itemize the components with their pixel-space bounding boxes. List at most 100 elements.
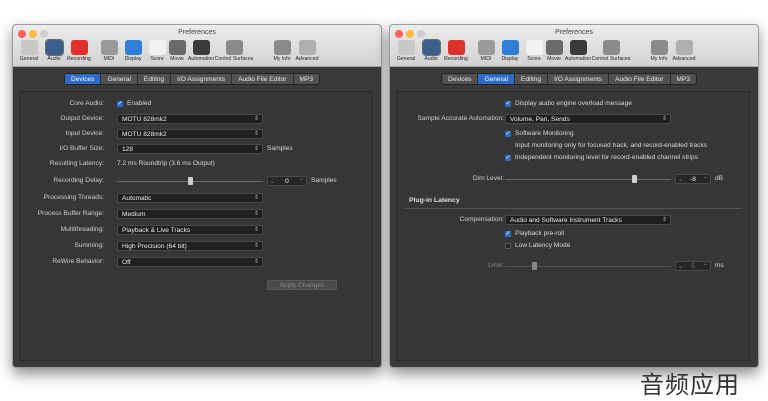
toolbar-advanced-button[interactable]: Advanced <box>669 39 699 67</box>
increment-icon[interactable]: ⌃ <box>703 263 708 270</box>
resulting-latency-value: 7.2 ms Roundtrip (3.6 ms Output) <box>117 160 215 167</box>
record-icon <box>447 40 465 55</box>
general-icon <box>397 40 415 55</box>
tab-editing[interactable]: Editing <box>138 74 172 84</box>
limit-stepper[interactable]: ⌄ 5 ⌃ <box>675 261 711 271</box>
window-title: Preferences <box>555 29 593 36</box>
output-device-dropdown[interactable]: MOTU 828mk2 ⇕ <box>117 114 263 124</box>
toolbar-record-button[interactable]: Recording <box>441 39 471 67</box>
increment-icon[interactable]: ⌃ <box>703 176 708 183</box>
section-divider <box>405 208 741 209</box>
recording-delay-stepper[interactable]: ⌄ 0 ⌃ <box>267 176 307 186</box>
chevron-updown-icon: ⇕ <box>253 146 259 152</box>
io-buffer-unit: Samples <box>267 145 293 152</box>
automation-icon <box>192 40 210 55</box>
toolbar-control-surfaces-button[interactable]: Control Surfaces <box>592 39 630 67</box>
recording-delay-unit: Samples <box>311 177 337 184</box>
tab-i-o-assignments[interactable]: I/O Assignments <box>171 74 233 84</box>
tab-general[interactable]: General <box>101 74 138 84</box>
tab-audio-file-editor[interactable]: Audio File Editor <box>609 74 671 84</box>
dim-level-unit: dB <box>715 175 724 182</box>
slider-knob[interactable] <box>532 262 538 270</box>
core-audio-checkbox[interactable]: ✓ <box>117 101 123 107</box>
tab-editing[interactable]: Editing <box>515 74 549 84</box>
audio-icon <box>44 39 64 56</box>
tab-general[interactable]: General <box>478 74 515 84</box>
summing-dropdown[interactable]: High Precision (64 bit) ⇕ <box>117 241 263 251</box>
toolbar-advanced-button[interactable]: Advanced <box>292 39 322 67</box>
independent-monitoring-checkbox[interactable]: ✓ <box>505 155 511 161</box>
dim-level-stepper[interactable]: ⌄ -8 ⌃ <box>675 174 711 184</box>
apply-changes-button[interactable]: Apply Changes <box>267 280 337 290</box>
my-info-icon <box>273 40 291 55</box>
toolbar-label: Control Surfaces <box>591 56 631 62</box>
display-icon <box>501 40 519 55</box>
tab-devices[interactable]: Devices <box>65 74 102 84</box>
output-device-label: Output Device: <box>60 115 104 122</box>
general-panel: ✓ Display audio engine overload message … <box>396 91 750 361</box>
process-buffer-dropdown[interactable]: Medium ⇕ <box>117 209 263 219</box>
toolbar-automation-button[interactable]: Automation <box>186 39 216 67</box>
input-device-dropdown[interactable]: MOTU 828mk2 ⇕ <box>117 129 263 139</box>
playback-preroll-label: Playback pre-roll <box>515 230 565 237</box>
core-audio-label: Core Audio: <box>69 100 104 107</box>
window-title: Preferences <box>178 29 216 36</box>
preferences-window-left: Preferences General Audio Recording MIDI Dis… <box>12 24 382 368</box>
tab-bar: Devices General Editing I/O Assignments Audi… <box>64 73 321 85</box>
chevron-updown-icon: ⇕ <box>661 217 667 223</box>
software-monitoring-label: Software Monitoring <box>515 130 574 137</box>
tab-devices[interactable]: Devices <box>442 74 479 84</box>
chevron-updown-icon: ⇕ <box>253 116 259 122</box>
low-latency-checkbox[interactable] <box>505 243 511 249</box>
tab-mp3[interactable]: MP3 <box>294 74 320 84</box>
limit-slider[interactable] <box>505 262 671 270</box>
toolbar-automation-button[interactable]: Automation <box>563 39 593 67</box>
slider-knob[interactable] <box>631 175 637 183</box>
toolbar-label: Control Surfaces <box>214 56 254 62</box>
multithreading-label: Multithreading: <box>60 226 104 233</box>
advanced-icon <box>298 40 316 55</box>
record-icon <box>70 40 88 55</box>
processing-threads-label: Processing Threads: <box>43 194 104 201</box>
multithreading-dropdown[interactable]: Playback & Live Tracks ⇕ <box>117 225 263 235</box>
io-buffer-dropdown[interactable]: 128 ⇕ <box>117 144 263 154</box>
display-icon <box>124 40 142 55</box>
input-device-label: Input Device: <box>65 130 104 137</box>
control-surfaces-icon <box>225 40 243 55</box>
plugin-latency-heading: Plug-in Latency <box>409 197 460 204</box>
overload-message-label: Display audio engine overload message <box>515 100 632 107</box>
general-icon <box>20 40 38 55</box>
compensation-dropdown[interactable]: Audio and Software Instrument Tracks ⇕ <box>505 215 671 225</box>
rewire-dropdown[interactable]: Off ⇕ <box>117 257 263 267</box>
slider-knob[interactable] <box>187 177 193 185</box>
processing-threads-dropdown[interactable]: Automatic ⇕ <box>117 193 263 203</box>
chevron-updown-icon: ⇕ <box>661 116 667 122</box>
tab-mp3[interactable]: MP3 <box>671 74 697 84</box>
increment-icon[interactable]: ⌃ <box>299 178 304 185</box>
chevron-updown-icon: ⇕ <box>253 211 259 217</box>
playback-preroll-checkbox[interactable]: ✓ <box>505 231 511 237</box>
tab-bar: Devices General Editing I/O Assignments Audi… <box>441 73 698 85</box>
tab-i-o-assignments[interactable]: I/O Assignments <box>548 74 610 84</box>
io-buffer-label: I/O Buffer Size: <box>59 145 104 152</box>
recording-delay-slider[interactable] <box>117 177 263 185</box>
focused-track-monitoring-label: Input monitoring only for focused track,… <box>515 142 708 149</box>
toolbar-control-surfaces-button[interactable]: Control Surfaces <box>215 39 253 67</box>
chevron-updown-icon: ⇕ <box>253 227 259 233</box>
recording-delay-label: Recording Delay: <box>53 177 104 184</box>
toolbar: General Audio Recording MIDI Display Score Mov… <box>14 39 381 67</box>
title-bar: Preferences General Audio Recording MIDI Dis… <box>13 25 381 67</box>
core-audio-value: Enabled <box>127 100 152 107</box>
toolbar-label: Advanced <box>295 56 319 62</box>
software-monitoring-checkbox[interactable]: ✓ <box>505 131 511 137</box>
sample-accurate-dropdown[interactable]: Volume, Pan, Sends ⇕ <box>505 114 671 124</box>
toolbar-record-button[interactable]: Recording <box>64 39 94 67</box>
automation-icon <box>569 40 587 55</box>
tab-audio-file-editor[interactable]: Audio File Editor <box>232 74 294 84</box>
preferences-window-right: Preferences General Audio Recording MIDI Dis… <box>389 24 759 368</box>
overload-message-checkbox[interactable]: ✓ <box>505 101 511 107</box>
compensation-label: Compensation: <box>459 216 504 223</box>
devices-panel: Core Audio: ✓ Enabled Output Device: MOT… <box>19 91 373 361</box>
dim-level-slider[interactable] <box>505 175 671 183</box>
chevron-updown-icon: ⇕ <box>253 243 259 249</box>
